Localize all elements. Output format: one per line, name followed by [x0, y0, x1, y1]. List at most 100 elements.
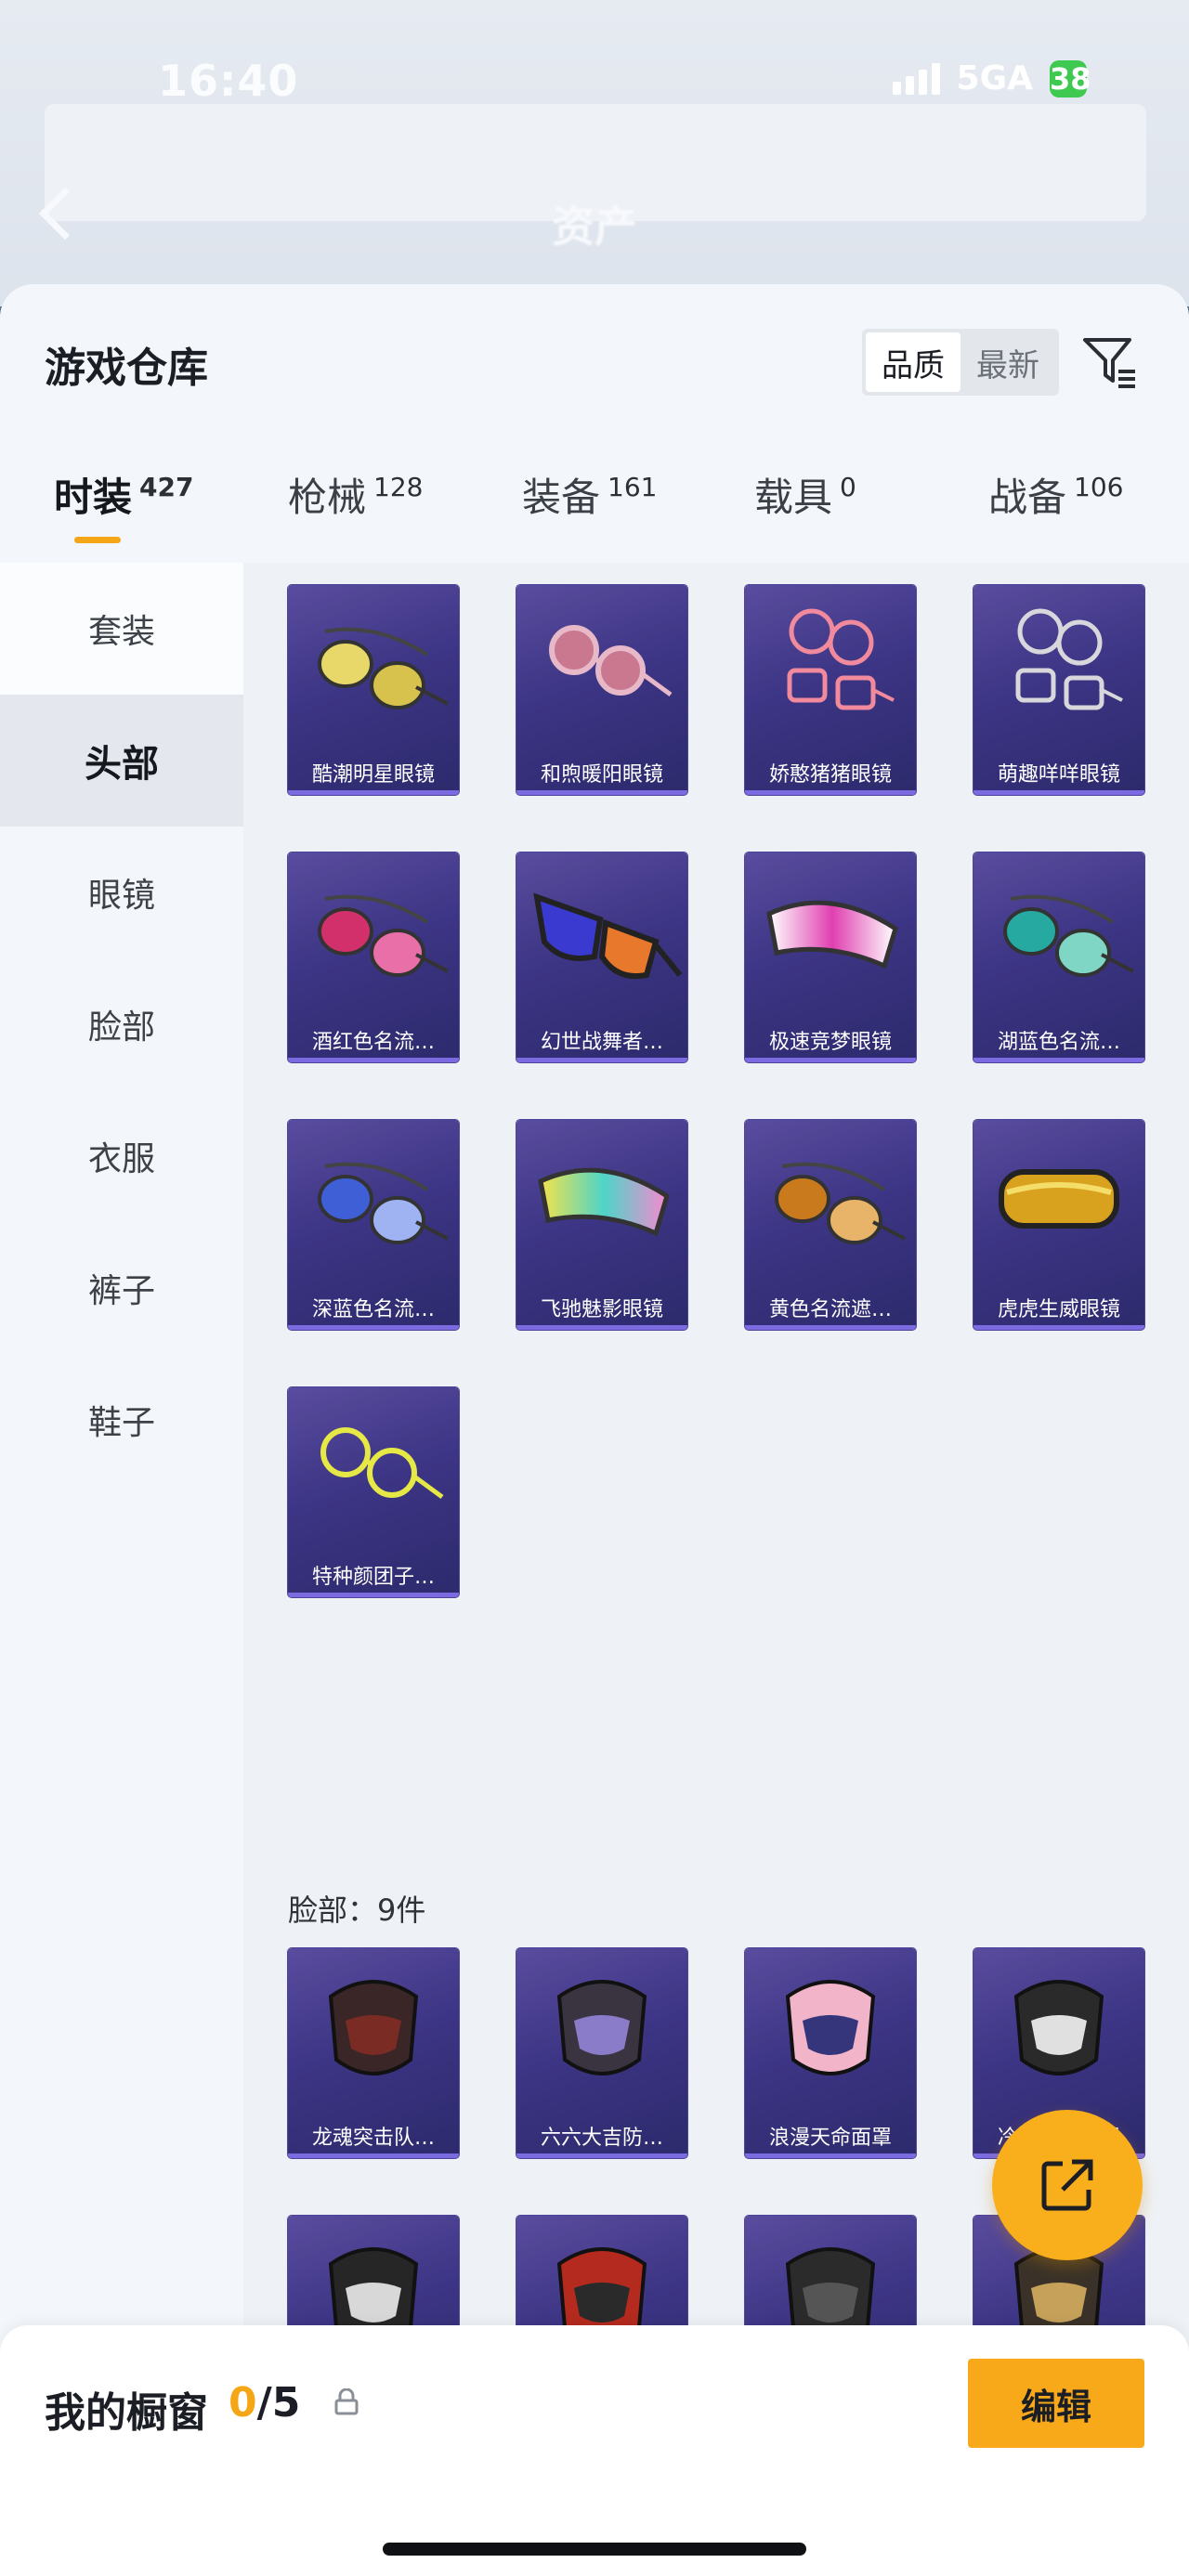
item-name: 浪漫天命面罩: [768, 2127, 892, 2150]
face-section-label: 脸部：: [288, 1893, 378, 1928]
tab-count: 427: [139, 472, 194, 502]
home-indicator: [383, 2543, 806, 2556]
showcase-title: 我的橱窗: [45, 2389, 208, 2437]
tab-label: 载具: [754, 475, 833, 520]
glasses-item-card[interactable]: 深蓝色名流…: [288, 1120, 459, 1330]
goggles-gold-icon: [999, 1169, 1119, 1229]
glasses-item-card[interactable]: 湖蓝色名流…: [973, 852, 1144, 1062]
glasses-item-card[interactable]: 酷潮明星眼镜: [288, 585, 459, 795]
cloth-masks-icon: [785, 1980, 876, 2075]
page-title: 资产: [552, 202, 637, 252]
glasses-item-card[interactable]: 幻世战舞者…: [516, 852, 687, 1062]
item-grid: 脸部：9件 酷潮明星眼镜 和煦暖阳眼镜 娇憨猪猪眼镜 萌趣咩咩眼镜 酒红色名流…: [243, 563, 1189, 2576]
glasses-item-card[interactable]: 极速竞梦眼镜: [745, 852, 916, 1062]
face-item-card[interactable]: 龙魂突击队…: [288, 1948, 459, 2158]
sort-newest-button[interactable]: 最新: [960, 332, 1055, 392]
item-name: 萌趣咩咩眼镜: [997, 763, 1120, 787]
aviator-glasses-red-icon: [318, 894, 449, 977]
aviator-glasses-yellow-icon: [318, 627, 449, 709]
sidebar-item-glasses[interactable]: 眼镜: [0, 826, 243, 958]
glasses-item-card[interactable]: 娇憨猪猪眼镜: [745, 585, 916, 795]
showcase-count: 0/5: [229, 2379, 300, 2426]
tab-supplies[interactable]: 战备 106: [988, 466, 1123, 523]
item-name: 深蓝色名流…: [311, 1298, 435, 1321]
glasses-item-card[interactable]: 黄色名流遮…: [745, 1120, 916, 1330]
item-name: 极速竞梦眼镜: [768, 1031, 892, 1054]
sidebar-item-pants[interactable]: 裤子: [0, 1222, 243, 1354]
glasses-item-card[interactable]: 酒红色名流…: [288, 852, 459, 1062]
item-name: 黄色名流遮…: [768, 1298, 892, 1321]
network-label: 5GA: [956, 59, 1033, 98]
tab-label: 装备: [522, 475, 601, 520]
item-name: 幻世战舞者…: [540, 1031, 663, 1054]
item-name: 酷潮明星眼镜: [311, 763, 435, 787]
share-icon: [1041, 2159, 1093, 2211]
sidebar-item-head[interactable]: 头部: [0, 695, 243, 826]
face-section-count: 9件: [377, 1893, 426, 1928]
item-name: 飞驰魅影眼镜: [540, 1298, 663, 1321]
category-tabs: 时装 427 枪械 128 装备 161 载具 0 战备 106: [0, 466, 1189, 563]
gas-mask-purple-icon: [556, 1980, 647, 2075]
round-glasses-pink-icon: [549, 625, 673, 697]
filter-icon[interactable]: [1079, 331, 1141, 392]
tab-count: 0: [840, 472, 856, 502]
leather-mask-icon: [328, 1980, 419, 2075]
glasses-item-card[interactable]: 飞驰魅影眼镜: [516, 1120, 687, 1330]
sheep-glasses-silver-icon: [1015, 608, 1123, 710]
share-button[interactable]: [992, 2110, 1143, 2260]
tab-guns[interactable]: 枪械 128: [288, 466, 423, 523]
tab-vehicles[interactable]: 载具 0: [754, 466, 856, 523]
sort-quality-button[interactable]: 品质: [866, 332, 960, 392]
tab-label: 时装: [54, 475, 133, 520]
item-name: 娇憨猪猪眼镜: [768, 763, 892, 787]
item-name: 湖蓝色名流…: [997, 1031, 1120, 1054]
active-tab-indicator: [74, 537, 121, 543]
tab-label: 枪械: [288, 475, 367, 520]
visor-glasses-pink-icon: [766, 900, 898, 969]
tab-label: 战备: [988, 475, 1067, 520]
item-name: 特种颜团子…: [311, 1566, 435, 1589]
face-section-header: 脸部：9件: [288, 1887, 425, 1930]
item-name: 龙魂突击队…: [311, 2127, 435, 2150]
sidebar-item-outfit[interactable]: 套装: [0, 563, 243, 695]
face-item-card[interactable]: 浪漫天命面罩: [745, 1948, 916, 2158]
sort-toggle: 品质 最新: [862, 329, 1059, 396]
glasses-item-card[interactable]: 和煦暖阳眼镜: [516, 585, 687, 795]
showcase-used: 0: [229, 2379, 257, 2426]
item-name: 虎虎生威眼镜: [997, 1298, 1120, 1321]
aviator-glasses-amber-icon: [775, 1162, 906, 1244]
tab-count: 161: [608, 472, 658, 502]
item-name: 六六大吉防…: [540, 2127, 663, 2150]
face-item-card[interactable]: 六六大吉防…: [516, 1948, 687, 2158]
battery-icon: 38: [1050, 59, 1091, 98]
showcase-bar: 我的橱窗 0/5 编辑: [0, 2325, 1189, 2576]
sheet-header: 游戏仓库 品质 最新 时装 427 枪械 128 装备 161 载具 0 战备 …: [0, 284, 1189, 563]
sidebar: 套装 头部 眼镜 脸部 衣服 裤子 鞋子: [0, 563, 243, 2576]
glasses-item-card[interactable]: 特种颜团子…: [288, 1387, 459, 1597]
background-page: [0, 0, 1189, 306]
tab-fashion[interactable]: 时装 427: [54, 466, 193, 523]
sidebar-item-clothes[interactable]: 衣服: [0, 1090, 243, 1222]
item-name: 和煦暖阳眼镜: [540, 763, 663, 787]
sidebar-item-face[interactable]: 脸部: [0, 958, 243, 1090]
tab-equipment[interactable]: 装备 161: [522, 466, 657, 523]
glasses-item-card[interactable]: 虎虎生威眼镜: [973, 1120, 1144, 1330]
signal-icon: [892, 62, 940, 95]
item-name: 酒红色名流…: [311, 1031, 435, 1054]
round-glasses-yellow-icon: [320, 1427, 444, 1500]
visor-glasses-rainbow-icon: [538, 1167, 670, 1237]
glasses-item-card[interactable]: 萌趣咩咩眼镜: [973, 585, 1144, 795]
edit-button[interactable]: 编辑: [968, 2359, 1144, 2448]
pig-glasses-pink-icon: [787, 608, 895, 710]
sheet-title: 游戏仓库: [45, 345, 208, 392]
tab-count: 128: [373, 472, 424, 502]
showcase-total: /5: [256, 2379, 301, 2426]
status-indicators: 5GA 38: [892, 59, 1091, 98]
wayfarer-glasses-orange-icon: [533, 892, 683, 979]
tab-count: 106: [1074, 472, 1124, 502]
aviator-glasses-blue-icon: [318, 1162, 449, 1244]
status-time: 16:40: [158, 56, 299, 106]
lock-icon: [334, 2388, 359, 2415]
aviator-glasses-teal-icon: [1003, 894, 1134, 977]
sidebar-item-shoes[interactable]: 鞋子: [0, 1354, 243, 1486]
